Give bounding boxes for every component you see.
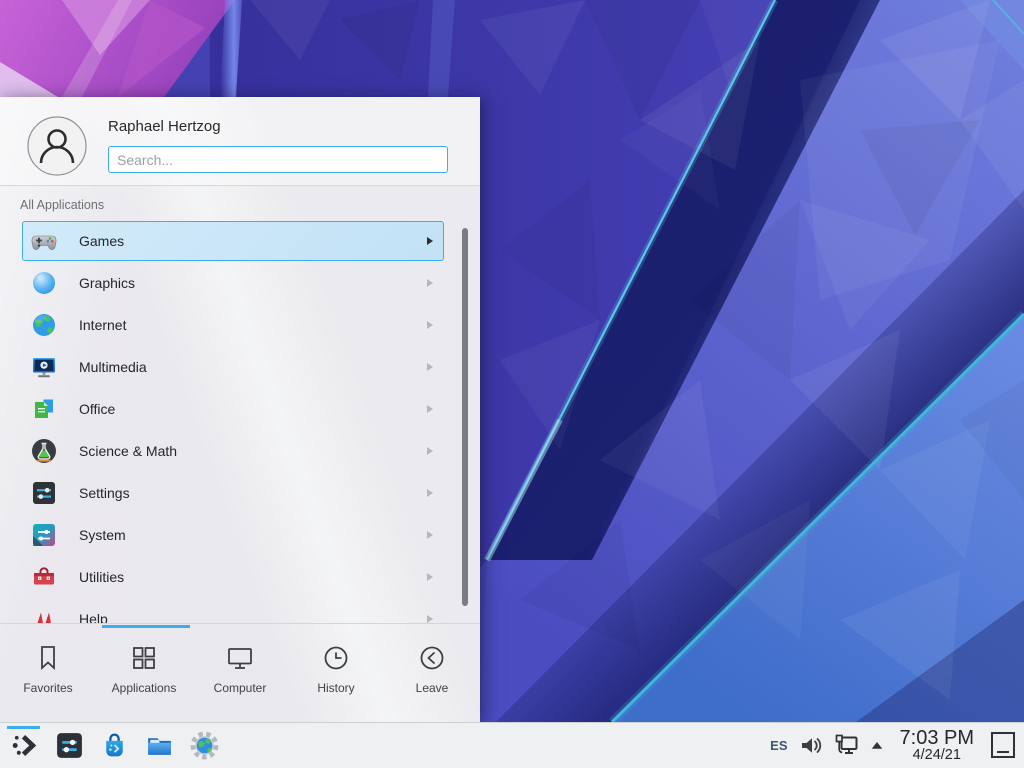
- system-settings-icon: [54, 730, 85, 761]
- office-documents-icon: [30, 395, 58, 423]
- tab-applications[interactable]: Applications: [96, 624, 192, 722]
- chevron-right-icon: [427, 363, 433, 371]
- taskbar-discover[interactable]: [93, 724, 135, 768]
- search-input[interactable]: [108, 146, 448, 173]
- category-label: Office: [79, 401, 115, 417]
- clock-date: 4/24/21: [900, 748, 974, 763]
- science-flask-icon: [30, 437, 58, 465]
- category-utilities[interactable]: Utilities: [22, 557, 444, 597]
- user-name: Raphael Hertzog: [108, 118, 221, 135]
- system-sliders-icon: [30, 521, 58, 549]
- volume-icon[interactable]: [798, 732, 825, 759]
- chevron-right-icon: [427, 237, 433, 245]
- chevron-right-icon: [427, 573, 433, 581]
- category-label: Settings: [79, 485, 130, 501]
- chevron-right-icon: [427, 405, 433, 413]
- tab-computer[interactable]: Computer: [192, 624, 288, 722]
- category-games[interactable]: Games: [22, 221, 444, 261]
- settings-sliders-icon: [30, 479, 58, 507]
- category-label: Utilities: [79, 569, 124, 585]
- multimedia-monitor-icon: [30, 353, 58, 381]
- help-icon: [30, 605, 58, 623]
- network-icon[interactable]: [833, 732, 860, 759]
- tab-label: Applications: [112, 681, 177, 695]
- gamepad-icon: [30, 227, 58, 255]
- utilities-toolbox-icon: [30, 563, 58, 591]
- launcher-header: Raphael Hertzog: [0, 97, 480, 186]
- category-internet[interactable]: Internet: [22, 305, 444, 345]
- taskbar-system-globe[interactable]: [183, 724, 225, 768]
- taskbar-system-settings[interactable]: [48, 724, 90, 768]
- globe-icon: [30, 311, 58, 339]
- category-label: Games: [79, 233, 124, 249]
- tab-leave[interactable]: Leave: [384, 624, 480, 722]
- category-settings[interactable]: Settings: [22, 473, 444, 513]
- launcher-active-indicator: [7, 726, 40, 729]
- application-launcher-panel: Raphael Hertzog All Applications Games: [0, 97, 480, 722]
- chevron-right-icon: [427, 615, 433, 623]
- system-tray: ES 7:03 PM 4/24/21: [768, 728, 1024, 763]
- taskbar-dolphin[interactable]: [138, 724, 180, 768]
- category-office[interactable]: Office: [22, 389, 444, 429]
- tab-label: Favorites: [23, 681, 72, 695]
- chevron-right-icon: [427, 321, 433, 329]
- category-label: Science & Math: [79, 443, 177, 459]
- taskbar-application-launcher[interactable]: [3, 724, 45, 768]
- tab-label: Leave: [416, 681, 449, 695]
- computer-icon: [225, 643, 255, 673]
- clock-time: 7:03 PM: [900, 728, 974, 748]
- category-help[interactable]: Help: [22, 599, 444, 623]
- show-desktop-button[interactable]: [988, 730, 1018, 760]
- list-scrollbar[interactable]: [462, 228, 468, 606]
- active-tab-indicator: [102, 625, 190, 628]
- category-graphics[interactable]: Graphics: [22, 263, 444, 303]
- section-label: All Applications: [20, 198, 104, 212]
- category-label: System: [79, 527, 126, 543]
- user-avatar-icon[interactable]: [27, 116, 87, 176]
- category-label: Help: [79, 611, 108, 623]
- category-label: Internet: [79, 317, 126, 333]
- tab-label: History: [317, 681, 354, 695]
- tab-favorites[interactable]: Favorites: [0, 624, 96, 722]
- category-label: Multimedia: [79, 359, 147, 375]
- category-system[interactable]: System: [22, 515, 444, 555]
- category-list: Games Graphics: [0, 219, 480, 623]
- chevron-right-icon: [427, 279, 433, 287]
- leave-icon: [417, 643, 447, 673]
- history-clock-icon: [321, 643, 351, 673]
- app-grid-icon: [129, 643, 159, 673]
- clock-widget[interactable]: 7:03 PM 4/24/21: [900, 728, 974, 763]
- chevron-right-icon: [427, 447, 433, 455]
- chevron-right-icon: [427, 489, 433, 497]
- tab-label: Computer: [214, 681, 267, 695]
- folder-icon: [144, 730, 175, 761]
- bookmark-icon: [33, 643, 63, 673]
- keyboard-layout-indicator[interactable]: ES: [768, 738, 789, 753]
- category-label: Graphics: [79, 275, 135, 291]
- tab-history[interactable]: History: [288, 624, 384, 722]
- globe-gear-icon: [189, 730, 220, 761]
- launcher-tab-bar: Favorites Applications: [0, 623, 480, 722]
- chevron-right-icon: [427, 531, 433, 539]
- category-multimedia[interactable]: Multimedia: [22, 347, 444, 387]
- category-science-math[interactable]: Science & Math: [22, 431, 444, 471]
- expand-tray-icon[interactable]: [868, 736, 886, 754]
- kickoff-icon: [9, 730, 40, 761]
- taskbar: ES 7:03 PM 4/24/21: [0, 722, 1024, 768]
- desktop: Raphael Hertzog All Applications Games: [0, 0, 1024, 768]
- paint-sphere-icon: [30, 269, 58, 297]
- discover-bag-icon: [99, 730, 130, 761]
